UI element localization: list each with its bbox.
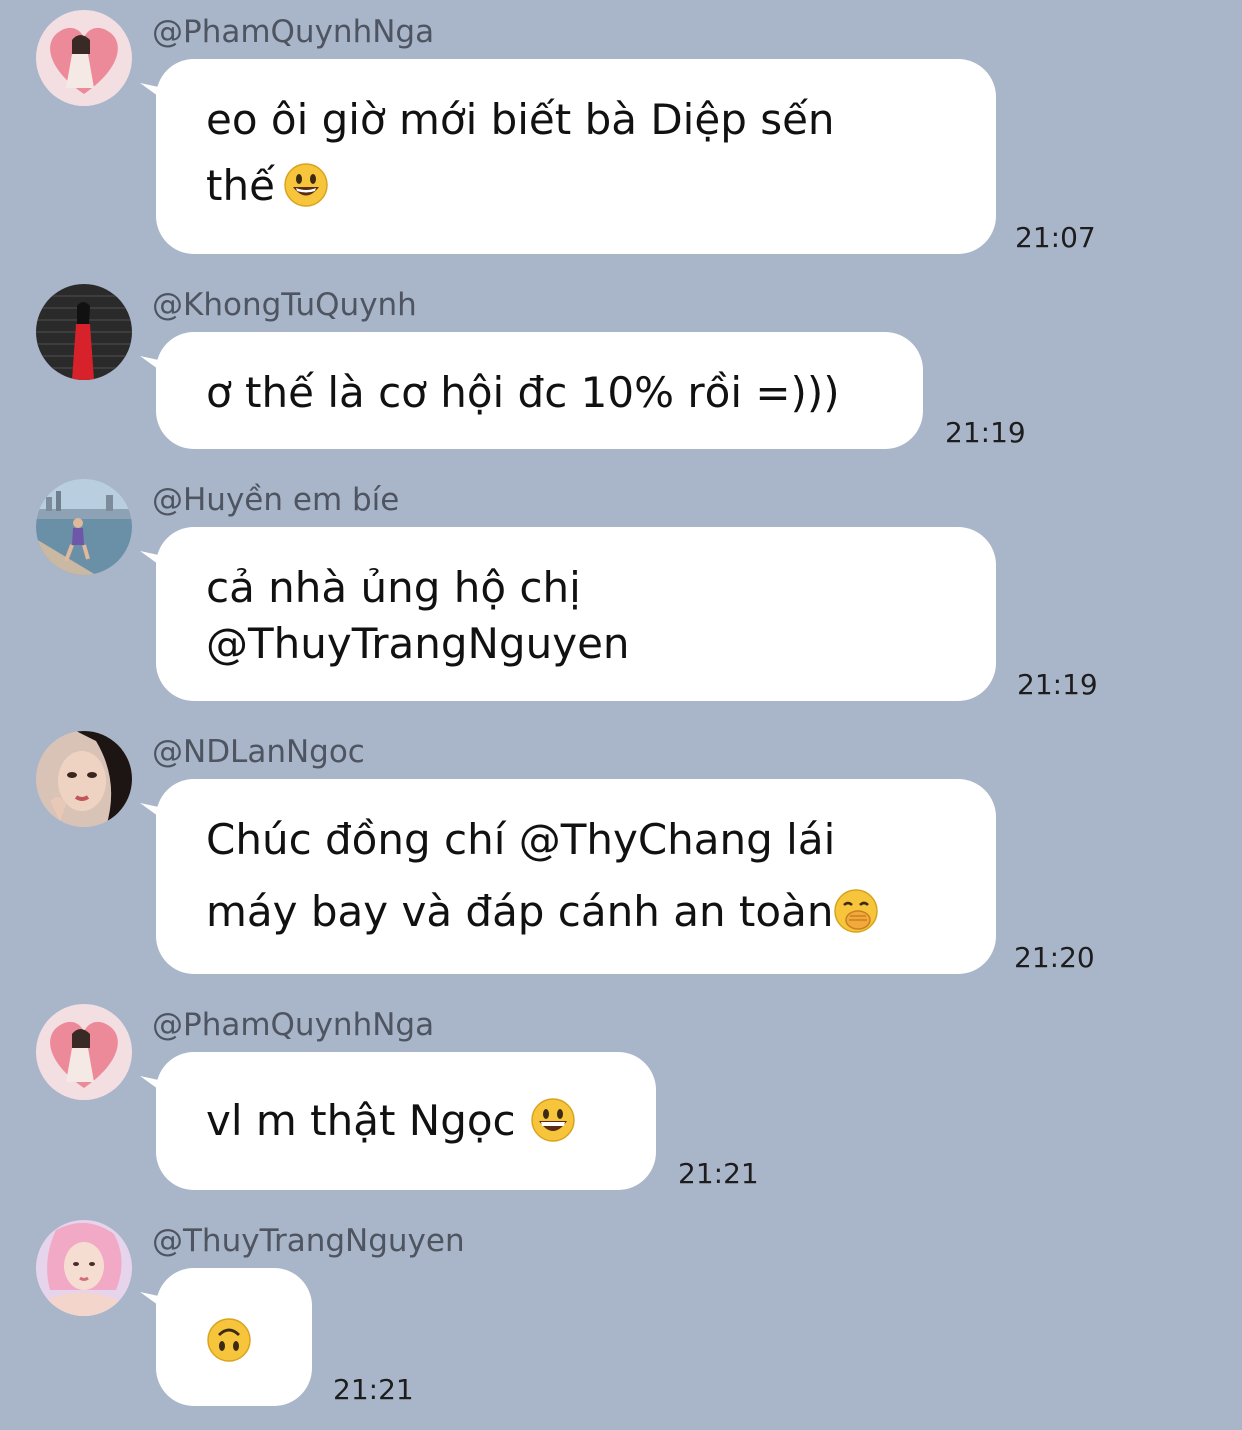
message-text: máy bay và đáp cánh an toàn: [206, 887, 834, 936]
username[interactable]: @NDLanNgoc: [152, 732, 365, 772]
username[interactable]: @PhamQuynhNga: [152, 12, 434, 52]
avatar[interactable]: [36, 1220, 132, 1316]
grinning-face-emoji-icon: [530, 1097, 576, 1143]
message-text: vl m thật Ngọc: [206, 1096, 516, 1145]
username[interactable]: @KhongTuQuynh: [152, 285, 417, 325]
message-bubble[interactable]: [156, 1268, 312, 1406]
timestamp: 21:21: [333, 1373, 414, 1406]
avatar-red-dress-photo-icon: [36, 284, 132, 380]
avatar-harbor-photo-icon: [36, 479, 132, 575]
avatar[interactable]: [36, 284, 132, 380]
grinning-face-big-eyes-emoji-icon: [283, 162, 329, 208]
avatar[interactable]: [36, 731, 132, 827]
username[interactable]: @ThuyTrangNguyen: [152, 1221, 465, 1261]
message-text: thế: [206, 161, 275, 210]
message-text: ơ thế là cơ hội đc 10% rồi =))): [206, 368, 840, 417]
avatar-pink-heart-photo-icon: [36, 1004, 132, 1100]
timestamp: 21:20: [1014, 941, 1095, 974]
upside-down-face-emoji-icon: [206, 1317, 252, 1363]
avatar[interactable]: [36, 479, 132, 575]
message-bubble[interactable]: cả nhà ủng hộ chị @ThuyTrangNguyen: [156, 527, 996, 701]
avatar-pink-hair-photo-icon: [36, 1220, 132, 1316]
message-bubble[interactable]: Chúc đồng chí @ThyChang lái máy bay và đ…: [156, 779, 996, 974]
timestamp: 21:19: [1017, 668, 1098, 701]
timestamp: 21:07: [1015, 221, 1096, 254]
avatar-pink-heart-photo-icon: [36, 10, 132, 106]
face-with-hand-over-mouth-emoji-icon: [833, 888, 879, 934]
avatar[interactable]: [36, 1004, 132, 1100]
avatar-portrait-photo-icon: [36, 731, 132, 827]
timestamp: 21:21: [678, 1157, 759, 1190]
username[interactable]: @Huyền em bíe: [152, 480, 399, 520]
message-text: @ThuyTrangNguyen: [206, 619, 630, 668]
message-bubble[interactable]: vl m thật Ngọc: [156, 1052, 656, 1190]
avatar[interactable]: [36, 10, 132, 106]
timestamp: 21:19: [945, 416, 1026, 449]
username[interactable]: @PhamQuynhNga: [152, 1005, 434, 1045]
message-text: Chúc đồng chí @ThyChang lái: [206, 815, 836, 864]
message-bubble[interactable]: eo ôi giờ mới biết bà Diệp sến thế: [156, 59, 996, 254]
message-bubble[interactable]: ơ thế là cơ hội đc 10% rồi =))): [156, 332, 923, 449]
message-text: eo ôi giờ mới biết bà Diệp sến: [206, 95, 835, 144]
